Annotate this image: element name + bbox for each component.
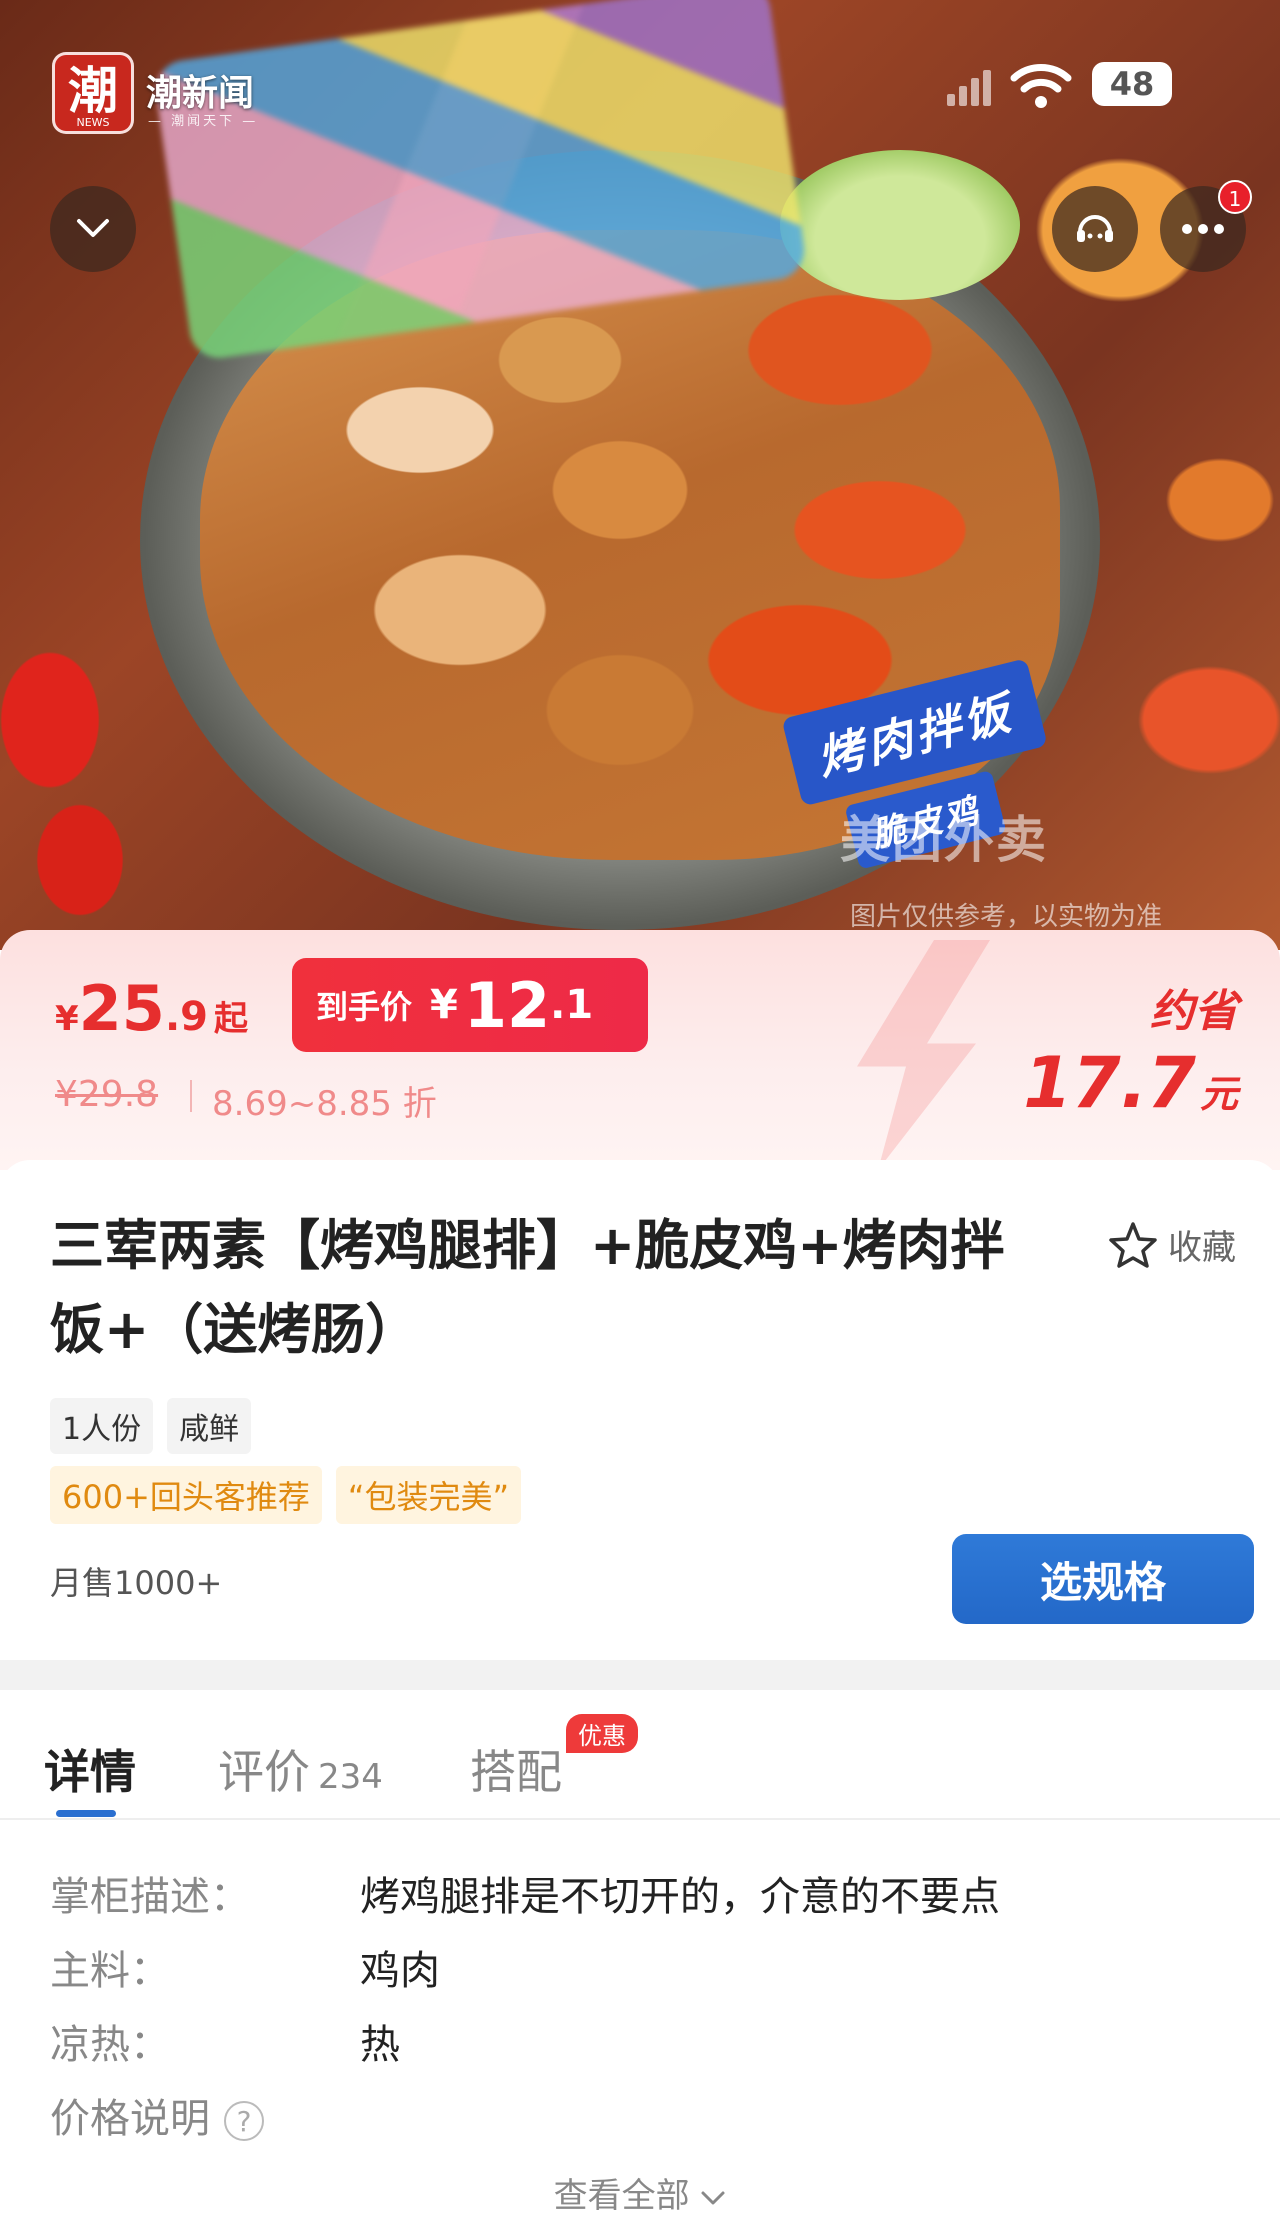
help-circle-icon[interactable]: ? [224, 2101, 264, 2141]
favorite-button[interactable]: 收藏 [1108, 1220, 1236, 1269]
favorite-label: 收藏 [1168, 1228, 1236, 1268]
tag-flavor: 咸鲜 [167, 1398, 252, 1454]
attribute-tags: 1人份 咸鲜 [50, 1398, 252, 1454]
customer-service-icon [1077, 215, 1113, 242]
star-outline-icon [1109, 1221, 1157, 1268]
tab-reviews-label: 评价 [218, 1745, 310, 1799]
final-price-chip: 到手价 ¥12.1 [292, 958, 648, 1052]
battery-indicator: 48 [1092, 62, 1172, 106]
detail-label: 掌柜描述： [50, 1874, 250, 1920]
section-divider [0, 1660, 1280, 1690]
detail-tabs: 详情 评价 234 搭配 优惠 [0, 1690, 1280, 1820]
lettuce [780, 150, 1020, 300]
detail-row: 主料： 鸡肉 [50, 1938, 440, 1996]
price-bar: ¥25.9 起 到手价 ¥12.1 ¥29.8 8.69~8.85 折 约省 17… [0, 930, 1280, 1170]
detail-section: 掌柜描述： 烤鸡腿排是不切开的，介意的不要点 主料： 鸡肉 凉热： 热 价格说明? 查… [0, 1820, 1280, 2235]
lightning-decoration [857, 940, 990, 1170]
more-options-button[interactable]: 1 [1160, 180, 1252, 272]
highlight-tags: 600+回头客推荐 “包装完美” [50, 1466, 522, 1524]
wifi-icon [1010, 64, 1072, 108]
detail-value: 热 [360, 2022, 400, 2068]
notification-badge: 1 [1218, 180, 1252, 214]
customer-service-button[interactable] [1052, 186, 1138, 272]
final-price-int: 12 [463, 968, 551, 1042]
detail-label: 主料： [50, 1948, 170, 1994]
starting-price: ¥25.9 起 [55, 972, 248, 1045]
monthly-sales: 月售1000+ [50, 1564, 223, 1602]
tag-repeat-customers: 600+回头客推荐 [50, 1466, 322, 1524]
product-title: 三荤两素【烤鸡腿排】+脆皮鸡+烤肉拌饭+（送烤肠） [50, 1214, 1005, 1361]
price-note-label: 价格说明 [50, 2096, 210, 2142]
tab-detail[interactable]: 详情 [44, 1736, 136, 1802]
news-app-name: 潮新闻 [146, 73, 255, 114]
savings-amount: 17.7 元 [1023, 1042, 1238, 1124]
detail-label: 凉热： [50, 2022, 170, 2068]
meituan-watermark: 美团外卖 [840, 811, 1048, 869]
news-logo-sub: NEWS [76, 116, 110, 129]
price-note-row[interactable]: 价格说明? [50, 2086, 264, 2144]
collapse-button[interactable] [50, 186, 136, 272]
view-all-label: 查看全部 [553, 2176, 690, 2216]
original-price: ¥29.8 [55, 1074, 159, 1115]
final-price-label: 到手价 [316, 988, 413, 1026]
product-hero-image[interactable]: 烤肉拌饭 脆皮鸡 美团外卖 图片仅供参考，以实物为准 潮 NEWS 潮新闻 — … [0, 0, 1280, 950]
detail-row: 凉热： 热 [50, 2012, 400, 2070]
tag-packaging: “包装完美” [335, 1466, 522, 1524]
active-tab-indicator [56, 1810, 116, 1817]
starting-price-dec: .9 [164, 994, 208, 1040]
final-price-currency: ¥ [430, 982, 458, 1028]
signal-icon [947, 70, 991, 106]
news-app-logo: 潮 NEWS [52, 52, 134, 134]
detail-value: 烤鸡腿排是不切开的，介意的不要点 [360, 1874, 1000, 1920]
detail-row: 掌柜描述： 烤鸡腿排是不切开的，介意的不要点 [50, 1864, 1000, 1922]
starting-price-suffix: 起 [213, 999, 248, 1039]
final-price-dec: .1 [550, 982, 594, 1028]
product-card: 三荤两素【烤鸡腿排】+脆皮鸡+烤肉拌饭+（送烤肠） 收藏 1人份 咸鲜 600+… [0, 1160, 1280, 1660]
tab-combo[interactable]: 搭配 [470, 1736, 562, 1802]
image-disclaimer: 图片仅供参考，以实物为准 [850, 902, 1163, 932]
discount-range: 8.69~8.85 折 [212, 1084, 437, 1124]
tag-portion: 1人份 [50, 1398, 154, 1454]
news-app-slogan: — 潮闻天下 — [148, 114, 259, 129]
savings-label: 约省 [1150, 986, 1238, 1037]
news-logo-char: 潮 [68, 62, 118, 120]
collapse-chevron-icon [77, 219, 109, 237]
savings-unit: 元 [1199, 1072, 1238, 1116]
starting-price-int: 25 [78, 972, 165, 1045]
reviews-count: 234 [318, 1757, 383, 1797]
savings-number: 17.7 [1023, 1042, 1196, 1124]
price-separator [190, 1080, 192, 1112]
tab-reviews[interactable]: 评价 234 [218, 1736, 383, 1802]
currency-symbol: ¥ [55, 999, 79, 1039]
chevron-down-icon [701, 2191, 725, 2204]
view-all-link[interactable]: 查看全部 [0, 2168, 1280, 2217]
more-dots-icon [1182, 224, 1224, 234]
detail-value: 鸡肉 [360, 1948, 440, 1994]
promo-badge: 优惠 [566, 1714, 638, 1753]
select-spec-button[interactable]: 选规格 [952, 1534, 1254, 1624]
